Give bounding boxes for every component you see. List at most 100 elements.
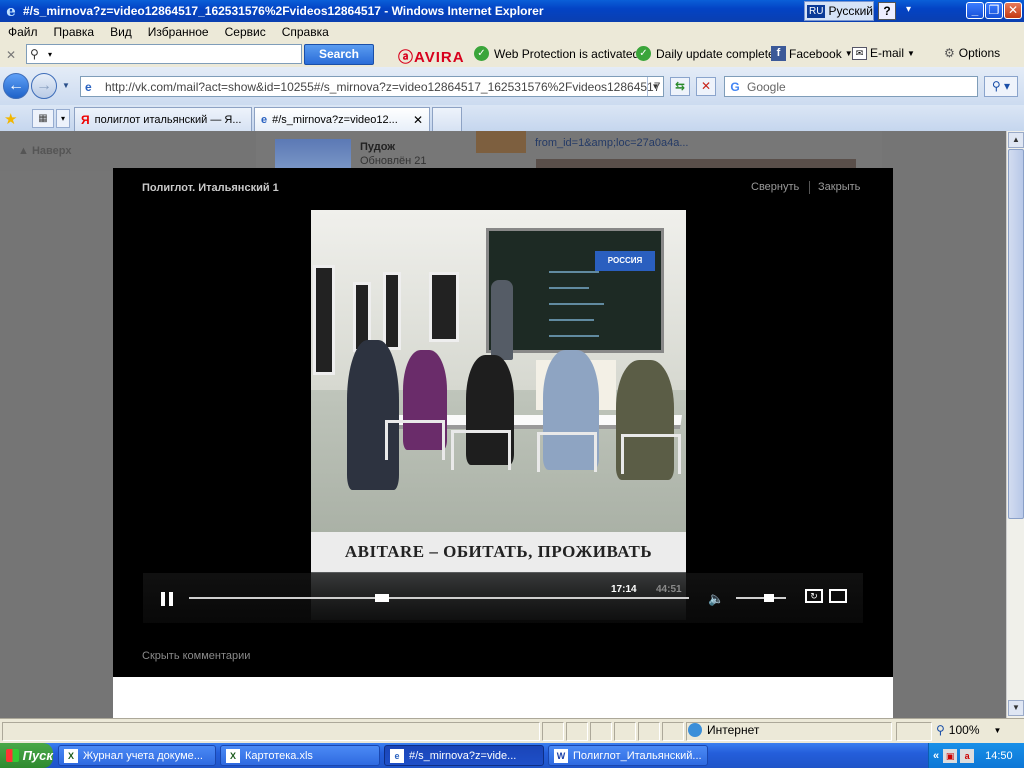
- menu-tools[interactable]: Сервис: [217, 25, 274, 39]
- tab-label: #/s_mirnova?z=video12...: [272, 113, 398, 126]
- avatar: [476, 131, 526, 153]
- hide-comments-link[interactable]: Скрыть комментарии: [142, 650, 250, 662]
- task-ie[interactable]: e #/s_mirnova?z=vide...: [384, 745, 544, 766]
- scroll-down-icon[interactable]: ▼: [1008, 700, 1024, 716]
- menu-file[interactable]: Файл: [0, 25, 46, 39]
- toolbar-search-button[interactable]: Search: [304, 44, 374, 65]
- task-journal[interactable]: X Журнал учета докуме...: [58, 745, 216, 766]
- minimize-player-link[interactable]: Свернуть: [751, 181, 799, 193]
- scroll-thumb[interactable]: [1008, 149, 1024, 519]
- channel-logo: РОССИЯ: [595, 251, 655, 271]
- language-indicator[interactable]: RU Русский: [804, 1, 874, 21]
- email-button[interactable]: ✉ E-mail ▼: [852, 46, 915, 60]
- forward-button[interactable]: →: [31, 73, 57, 99]
- menu-favorites[interactable]: Избранное: [140, 25, 217, 39]
- help-button[interactable]: ?: [878, 2, 896, 20]
- tab-yandex[interactable]: Я полиглот итальянский — Я...: [74, 107, 252, 131]
- start-button[interactable]: Пуск: [0, 743, 53, 768]
- address-url: http://vk.com/mail?act=show&id=10255#/s_…: [105, 79, 661, 94]
- google-search-button[interactable]: ⚲ ▾: [984, 76, 1018, 97]
- search-dropdown-icon[interactable]: ▾: [48, 50, 52, 59]
- tray-expand-icon[interactable]: «: [933, 750, 939, 762]
- volume-icon[interactable]: 🔈: [708, 591, 724, 607]
- wall-picture: [313, 265, 335, 375]
- status-cell: [566, 722, 588, 741]
- tab-label: полиглот итальянский — Я...: [94, 113, 242, 126]
- quick-tabs-button[interactable]: ▦: [32, 109, 54, 128]
- protected-mode-cell[interactable]: [896, 722, 932, 741]
- menu-view[interactable]: Вид: [102, 25, 140, 39]
- windows-flag-icon: [6, 749, 19, 762]
- group-updated: Обновлён 21: [360, 155, 427, 167]
- status-cell: [662, 722, 684, 741]
- new-tab-button[interactable]: [432, 107, 462, 131]
- vertical-scrollbar[interactable]: ▲ ▼: [1006, 131, 1024, 718]
- menu-edit[interactable]: Правка: [46, 25, 103, 39]
- status-cell: [638, 722, 660, 741]
- volume-slider[interactable]: [736, 594, 786, 602]
- address-bar[interactable]: e http://vk.com/mail?act=show&id=10255#/…: [80, 76, 664, 97]
- options-button[interactable]: ⚙ Options: [944, 46, 1000, 60]
- video-frame[interactable]: РОССИЯ ABITARE – ОБИТАТЬ, ПРОЖИВАТЬ: [311, 210, 686, 620]
- menu-bar: Файл Правка Вид Избранное Сервис Справка: [0, 22, 1024, 42]
- task-kartoteka[interactable]: X Картотека.xls: [220, 745, 380, 766]
- toolbar-search-box[interactable]: ⚲ ▾: [26, 44, 302, 64]
- fullscreen-icon[interactable]: [829, 589, 847, 603]
- security-zone[interactable]: Интернет: [688, 723, 759, 737]
- refresh-button[interactable]: ⇆: [670, 77, 690, 96]
- recent-pages-dropdown-icon[interactable]: ▼: [62, 81, 70, 90]
- seek-handle[interactable]: [374, 594, 389, 602]
- network-icon[interactable]: ▣: [943, 748, 958, 763]
- restore-window-button[interactable]: ❐: [985, 2, 1003, 19]
- web-protection-status[interactable]: ✓ Web Protection is activated: [474, 46, 639, 61]
- back-to-top-link[interactable]: ▲ Наверх: [0, 131, 256, 171]
- toolbar-search-input[interactable]: [55, 46, 301, 62]
- avira-label: AVIRA: [414, 49, 465, 66]
- volume-handle[interactable]: [763, 594, 774, 602]
- language-bar-chevron-icon[interactable]: ▾: [906, 4, 911, 15]
- status-cell: [542, 722, 564, 741]
- minimize-window-button[interactable]: _: [966, 2, 984, 19]
- facebook-button[interactable]: f Facebook ▼: [771, 46, 853, 61]
- scroll-up-icon[interactable]: ▲: [1008, 132, 1024, 148]
- window-title: #/s_mirnova?z=video12864517_162531576%2F…: [23, 4, 544, 18]
- yandex-icon: Я: [81, 112, 90, 127]
- wall-picture: [383, 272, 401, 350]
- feed-link[interactable]: from_id=1&amp;loc=27a0a4a...: [535, 137, 689, 149]
- language-code: RU: [807, 4, 826, 18]
- chair: [621, 434, 681, 474]
- google-search-box[interactable]: G Google: [724, 76, 978, 97]
- daily-update-status[interactable]: ✓ Daily update complete: [636, 46, 775, 61]
- tab-vk-video[interactable]: e #/s_mirnova?z=video12... ✕: [254, 107, 430, 131]
- comments-panel: [113, 677, 893, 718]
- globe-icon: [688, 723, 702, 737]
- web-protection-label: Web Protection is activated: [494, 46, 640, 61]
- email-label: E-mail: [870, 46, 905, 60]
- menu-help[interactable]: Справка: [274, 25, 337, 39]
- pause-button[interactable]: [161, 592, 173, 606]
- clock[interactable]: 14:50: [985, 750, 1013, 762]
- loop-icon[interactable]: ↻: [805, 589, 823, 603]
- zoom-control[interactable]: ⚲ 100% ▼: [936, 723, 1001, 737]
- page-content: ▲ Наверх Пудож Обновлён 21 from_id=1&amp…: [0, 131, 1006, 718]
- start-label: Пуск: [22, 748, 53, 763]
- back-button[interactable]: ←: [3, 73, 29, 99]
- group-name[interactable]: Пудож: [360, 141, 395, 153]
- taskbar: Пуск X Журнал учета докуме... X Картотек…: [0, 743, 1024, 768]
- favorites-star-icon[interactable]: ★: [4, 110, 17, 128]
- close-tab-icon[interactable]: ✕: [413, 113, 423, 127]
- task-label: Полиглот_Итальянский...: [573, 749, 702, 762]
- avira-logo[interactable]: ⓐAVIRA: [398, 46, 465, 67]
- stop-button[interactable]: ✕: [696, 77, 716, 96]
- close-window-button[interactable]: ✕: [1004, 2, 1022, 19]
- chalk-line: [549, 319, 594, 321]
- facebook-icon: f: [771, 46, 786, 61]
- google-icon: G: [730, 79, 740, 94]
- tab-list-dropdown-icon[interactable]: ▾: [56, 109, 70, 128]
- task-word[interactable]: W Полиглот_Итальянский...: [548, 745, 708, 766]
- address-dropdown-icon[interactable]: ▼: [647, 77, 663, 96]
- toolbar-close-icon[interactable]: ✕: [6, 48, 20, 62]
- close-player-link[interactable]: Закрыть: [818, 181, 860, 193]
- avira-tray-icon[interactable]: a: [960, 748, 975, 763]
- seek-bar[interactable]: [189, 594, 689, 602]
